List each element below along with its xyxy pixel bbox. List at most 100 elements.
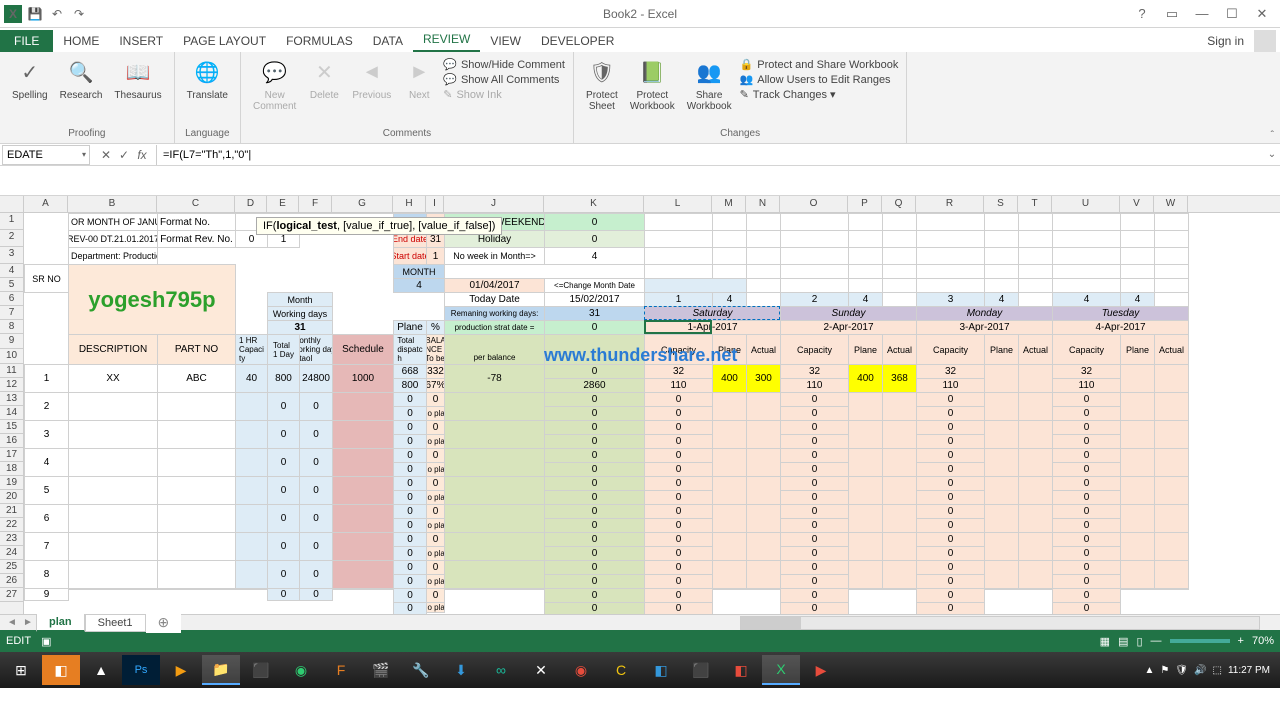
cell[interactable]: 0 xyxy=(644,392,713,407)
column-headers[interactable]: ABCDEFGHIJKLMNOPQRSTUVW xyxy=(0,196,1280,213)
share-workbook-button[interactable]: 👥Share Workbook xyxy=(683,54,736,114)
cell[interactable] xyxy=(882,560,917,589)
cell[interactable]: 0 xyxy=(544,420,645,435)
cell[interactable]: 0 xyxy=(644,588,713,603)
row-header-10[interactable]: 10 xyxy=(0,349,23,364)
cell[interactable]: 0 xyxy=(299,476,333,505)
cell[interactable]: 1 xyxy=(24,364,69,393)
cell[interactable]: 0 xyxy=(393,588,427,603)
cell[interactable]: 332 xyxy=(426,364,445,379)
cell[interactable]: 0 xyxy=(916,476,985,491)
cell[interactable]: No week in Month=> xyxy=(444,247,545,265)
cell[interactable] xyxy=(644,213,713,231)
cell[interactable] xyxy=(644,264,713,279)
cell[interactable] xyxy=(882,247,917,265)
cell[interactable] xyxy=(848,476,883,505)
cell[interactable] xyxy=(1120,230,1155,248)
cell[interactable]: 0 xyxy=(299,392,333,421)
cell[interactable]: Start date xyxy=(393,247,427,265)
cell[interactable]: 0 xyxy=(426,448,445,463)
tab-insert[interactable]: INSERT xyxy=(109,30,173,52)
cell[interactable]: 0 xyxy=(1052,406,1121,421)
tb-app-9[interactable]: 🎬 xyxy=(362,655,400,685)
cell[interactable]: Format Rev. No. xyxy=(157,230,236,248)
cell[interactable] xyxy=(984,448,1019,477)
cell[interactable]: -78 xyxy=(444,364,545,393)
cell[interactable] xyxy=(1052,230,1121,248)
cell[interactable] xyxy=(1120,532,1155,561)
system-tray[interactable]: ▲ ⚑ 🛡 🔊 ⬚ 11:27 PM xyxy=(1144,665,1278,676)
cell[interactable]: 0 xyxy=(393,476,427,491)
tab-home[interactable]: HOME xyxy=(53,30,109,52)
cell[interactable] xyxy=(984,230,1019,248)
cell[interactable] xyxy=(1154,532,1189,561)
cell[interactable]: 0 xyxy=(299,588,333,601)
cell[interactable] xyxy=(984,264,1019,279)
cell[interactable] xyxy=(332,532,394,561)
cell[interactable]: 01/04/2017 xyxy=(444,278,545,293)
cell[interactable] xyxy=(848,213,883,231)
show-hide-comment[interactable]: 💬Show/Hide Comment xyxy=(443,58,565,71)
tb-app-20[interactable]: ▶ xyxy=(802,655,840,685)
cell[interactable] xyxy=(1052,278,1121,293)
cell[interactable]: 31 xyxy=(267,320,333,335)
cell[interactable] xyxy=(1018,560,1053,589)
cell[interactable]: 3-Apr-2017 xyxy=(916,320,1053,335)
cell[interactable] xyxy=(712,264,747,279)
cell[interactable] xyxy=(1018,588,1053,590)
cell[interactable]: Actual xyxy=(746,334,781,365)
cell[interactable]: Capacity xyxy=(916,334,985,365)
col-header-U[interactable]: U xyxy=(1052,196,1120,212)
cell[interactable]: No plan xyxy=(426,462,445,477)
cell[interactable] xyxy=(235,560,268,589)
cell[interactable] xyxy=(444,448,545,477)
cell[interactable]: 110 xyxy=(1052,378,1121,393)
view-break-icon[interactable]: ▯ xyxy=(1136,635,1142,648)
cell[interactable]: 1 xyxy=(644,292,713,307)
zoom-slider[interactable] xyxy=(1170,639,1230,643)
cell[interactable]: 0 xyxy=(780,406,849,421)
col-header-Q[interactable]: Q xyxy=(882,196,916,212)
cell[interactable]: 0 xyxy=(393,420,427,435)
row-header-2[interactable]: 2 xyxy=(0,230,23,247)
cell[interactable]: 800 xyxy=(267,364,300,393)
cell[interactable] xyxy=(157,560,236,589)
tb-app-4[interactable]: ▶ xyxy=(162,655,200,685)
cell[interactable] xyxy=(848,448,883,477)
cell[interactable] xyxy=(68,532,158,561)
cell[interactable]: 0 xyxy=(1052,574,1121,589)
cell[interactable]: 0 xyxy=(916,560,985,575)
cell[interactable]: 0 xyxy=(916,574,985,589)
cell[interactable] xyxy=(68,420,158,449)
tb-app-16[interactable]: ◧ xyxy=(642,655,680,685)
cell[interactable]: Department: Production xyxy=(68,247,158,265)
tab-formulas[interactable]: FORMULAS xyxy=(276,30,363,52)
row-header-23[interactable]: 23 xyxy=(0,532,23,546)
cell[interactable]: 0 xyxy=(1052,448,1121,463)
cell[interactable] xyxy=(916,230,985,248)
row-header-27[interactable]: 27 xyxy=(0,588,23,602)
cell[interactable]: 67% xyxy=(426,378,445,393)
cell[interactable]: 0 xyxy=(644,476,713,491)
cell[interactable] xyxy=(1018,532,1053,561)
cell[interactable]: 4 xyxy=(393,278,445,293)
cell[interactable]: Remaning working days: xyxy=(444,306,545,321)
cell[interactable] xyxy=(1154,364,1189,393)
cell[interactable]: SR NO xyxy=(24,264,69,293)
scroll-thumb[interactable] xyxy=(741,617,801,629)
cell[interactable]: 31 xyxy=(544,306,645,321)
cell[interactable]: No plan xyxy=(426,546,445,561)
sheet-tab-sheet1[interactable]: Sheet1 xyxy=(85,614,146,632)
cell[interactable] xyxy=(882,278,917,293)
row-header-15[interactable]: 15 xyxy=(0,420,23,434)
cell[interactable]: 40 xyxy=(235,364,268,393)
cell[interactable]: No plan xyxy=(426,518,445,533)
cell[interactable] xyxy=(1120,504,1155,533)
cell[interactable] xyxy=(746,213,781,231)
allow-users[interactable]: 👥Allow Users to Edit Ranges xyxy=(740,73,899,86)
cell[interactable]: Sunday xyxy=(780,306,917,321)
col-header-J[interactable]: J xyxy=(444,196,544,212)
view-normal-icon[interactable]: ▦ xyxy=(1100,635,1110,648)
cell[interactable] xyxy=(157,420,236,449)
tab-view[interactable]: VIEW xyxy=(480,30,531,52)
